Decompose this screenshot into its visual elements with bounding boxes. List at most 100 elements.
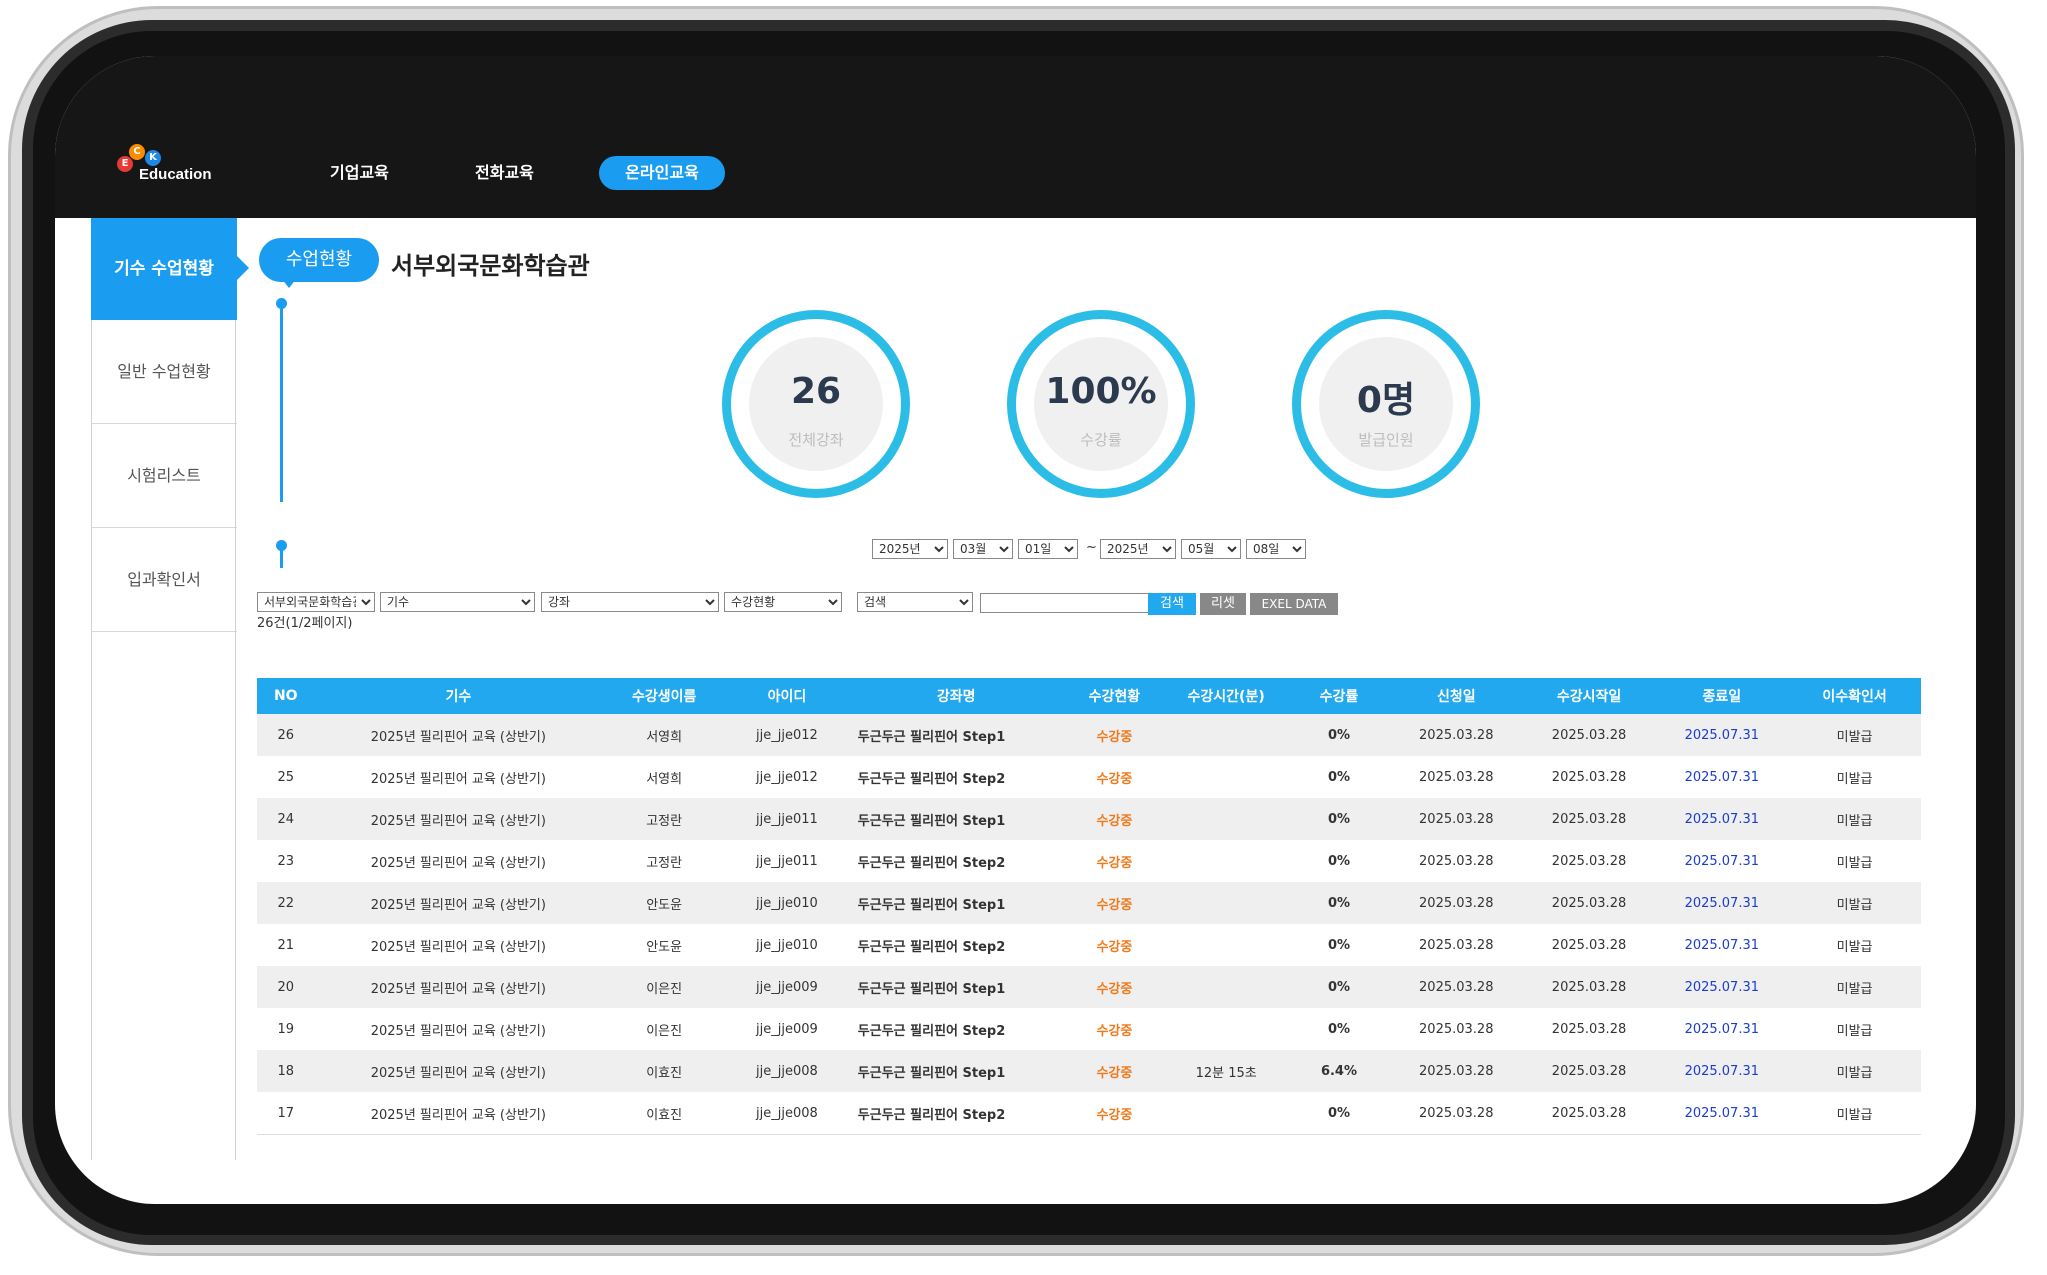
cell-end: 2025.07.31 — [1655, 1008, 1789, 1050]
cell-no: 25 — [257, 756, 315, 798]
nav-corporate-education[interactable]: 기업교육 — [330, 156, 400, 190]
cell-end: 2025.07.31 — [1655, 924, 1789, 966]
nav-online-education[interactable]: 온라인교육 — [599, 156, 725, 190]
status-select[interactable]: 수강현황 — [724, 592, 842, 612]
column-header[interactable]: 기수 — [314, 678, 603, 714]
table-row[interactable]: 21 2025년 필리핀어 교육 (상반기) 안도윤 jje_jje010 두근두근 필… — [257, 924, 1921, 966]
column-header[interactable]: 신청일 — [1389, 678, 1523, 714]
date-range-separator: ~ — [1086, 540, 1097, 555]
stat-issued-count: 0명 발급인원 — [1292, 310, 1480, 498]
cell-end: 2025.07.31 — [1655, 714, 1789, 756]
brand-logo[interactable]: E C K Education — [115, 144, 225, 194]
cell-cohort: 2025년 필리핀어 교육 (상반기) — [314, 756, 603, 798]
result-count: 26건(1/2페이지) — [257, 616, 353, 631]
cell-id: jje_jje012 — [726, 714, 848, 756]
cell-start: 2025.03.28 — [1522, 1092, 1656, 1135]
cell-status: 수강중 — [1064, 840, 1165, 882]
cell-time — [1164, 924, 1289, 966]
cell-end: 2025.07.31 — [1655, 1092, 1789, 1135]
cell-time — [1164, 840, 1289, 882]
cell-cert: 미발급 — [1788, 1008, 1921, 1050]
cell-course: 두근두근 필리핀어 Step1 — [847, 966, 1065, 1008]
cell-start: 2025.03.28 — [1522, 966, 1656, 1008]
cell-course: 두근두근 필리핀어 Step2 — [847, 1008, 1065, 1050]
cell-no: 19 — [257, 1008, 315, 1050]
search-type-select[interactable]: 검색 — [857, 592, 973, 612]
cell-applied: 2025.03.28 — [1389, 756, 1523, 798]
start-day-select[interactable]: 01일 — [1018, 539, 1078, 559]
table-row[interactable]: 22 2025년 필리핀어 교육 (상반기) 안도윤 jje_jje010 두근두근 필… — [257, 882, 1921, 924]
end-day-select[interactable]: 08일 — [1246, 539, 1306, 559]
excel-download-button[interactable]: EXEL DATA — [1250, 593, 1338, 615]
table-row[interactable]: 25 2025년 필리핀어 교육 (상반기) 서영희 jje_jje012 두근두근 필… — [257, 756, 1921, 798]
sidebar-item-general-status[interactable]: 일반 수업현황 — [91, 320, 237, 424]
sidebar-item-cohort-status[interactable]: 기수 수업현황 — [91, 218, 237, 320]
column-header[interactable]: 종료일 — [1655, 678, 1789, 714]
cell-rate: 6.4% — [1288, 1050, 1390, 1092]
column-header[interactable]: NO — [257, 678, 315, 714]
table-row[interactable]: 26 2025년 필리핀어 교육 (상반기) 서영희 jje_jje012 두근두근 필… — [257, 714, 1921, 756]
table-row[interactable]: 19 2025년 필리핀어 교육 (상반기) 이은진 jje_jje009 두근두근 필… — [257, 1008, 1921, 1050]
cell-cert: 미발급 — [1788, 966, 1921, 1008]
cell-start: 2025.03.28 — [1522, 798, 1656, 840]
column-header[interactable]: 강좌명 — [847, 678, 1065, 714]
column-header[interactable]: 수강시작일 — [1522, 678, 1656, 714]
column-header[interactable]: 아이디 — [726, 678, 848, 714]
cell-course: 두근두근 필리핀어 Step2 — [847, 756, 1065, 798]
column-header[interactable]: 이수확인서 — [1788, 678, 1921, 714]
search-input[interactable] — [980, 593, 1152, 613]
cell-id: jje_jje010 — [726, 924, 848, 966]
column-header[interactable]: 수강현황 — [1064, 678, 1165, 714]
cell-applied: 2025.03.28 — [1389, 1050, 1523, 1092]
section-pill: 수업현황 — [259, 238, 379, 282]
table-row[interactable]: 17 2025년 필리핀어 교육 (상반기) 이효진 jje_jje008 두근두근 필… — [257, 1092, 1921, 1135]
column-header[interactable]: 수강생이름 — [602, 678, 727, 714]
column-header[interactable]: 수강시간(분) — [1164, 678, 1289, 714]
nav-phone-education[interactable]: 전화교육 — [475, 156, 545, 190]
cell-name: 고정란 — [602, 798, 727, 840]
cell-rate: 0% — [1288, 1008, 1390, 1050]
cell-id: jje_jje009 — [726, 1008, 848, 1050]
table-body: 26 2025년 필리핀어 교육 (상반기) 서영희 jje_jje012 두근두근 필… — [257, 714, 1921, 1135]
top-navigation-bar: E C K Education 기업교육 전화교육 온라인교육 — [55, 56, 1976, 218]
cell-time — [1164, 1008, 1289, 1050]
end-year-select[interactable]: 2025년 — [1100, 539, 1176, 559]
cell-name: 안도윤 — [602, 882, 727, 924]
sidebar-divider — [235, 320, 236, 1160]
cell-cohort: 2025년 필리핀어 교육 (상반기) — [314, 840, 603, 882]
cell-course: 두근두근 필리핀어 Step1 — [847, 798, 1065, 840]
start-month-select[interactable]: 03월 — [953, 539, 1013, 559]
cell-status: 수강중 — [1064, 756, 1165, 798]
cell-applied: 2025.03.28 — [1389, 966, 1523, 1008]
cell-time — [1164, 714, 1289, 756]
cell-start: 2025.03.28 — [1522, 756, 1656, 798]
table-header-row: NO 기수 수강생이름 아이디 강좌명 수강현황 수강시간(분) 수강률 신청일 수강시작일 종료일… — [257, 678, 1921, 714]
cell-no: 18 — [257, 1050, 315, 1092]
sidebar-item-enrollment-certificate[interactable]: 입과확인서 — [91, 528, 237, 632]
table-row[interactable]: 24 2025년 필리핀어 교육 (상반기) 고정란 jje_jje011 두근두근 필… — [257, 798, 1921, 840]
org-select[interactable]: 서부외국문화학습관 — [257, 592, 375, 612]
search-button[interactable]: 검색 — [1148, 593, 1196, 615]
sidebar-item-exam-list[interactable]: 시험리스트 — [91, 424, 237, 528]
cohort-select[interactable]: 기수 — [380, 592, 535, 612]
table-row[interactable]: 20 2025년 필리핀어 교육 (상반기) 이은진 jje_jje009 두근두근 필… — [257, 966, 1921, 1008]
cell-course: 두근두근 필리핀어 Step1 — [847, 1050, 1065, 1092]
cell-end: 2025.07.31 — [1655, 756, 1789, 798]
cell-no: 26 — [257, 714, 315, 756]
enrollment-table: NO 기수 수강생이름 아이디 강좌명 수강현황 수강시간(분) 수강률 신청일 수강시작일 종료일… — [257, 678, 1921, 1135]
cell-cert: 미발급 — [1788, 924, 1921, 966]
cell-end: 2025.07.31 — [1655, 798, 1789, 840]
cell-name: 이효진 — [602, 1092, 727, 1135]
cell-cohort: 2025년 필리핀어 교육 (상반기) — [314, 714, 603, 756]
course-select[interactable]: 강좌 — [541, 592, 719, 612]
end-month-select[interactable]: 05월 — [1181, 539, 1241, 559]
table-row[interactable]: 23 2025년 필리핀어 교육 (상반기) 고정란 jje_jje011 두근두근 필… — [257, 840, 1921, 882]
cell-course: 두근두근 필리핀어 Step2 — [847, 1092, 1065, 1135]
start-year-select[interactable]: 2025년 — [872, 539, 948, 559]
cell-id: jje_jje010 — [726, 882, 848, 924]
cell-no: 21 — [257, 924, 315, 966]
reset-button[interactable]: 리셋 — [1200, 593, 1246, 615]
column-header[interactable]: 수강률 — [1288, 678, 1390, 714]
table-row[interactable]: 18 2025년 필리핀어 교육 (상반기) 이효진 jje_jje008 두근두근 필… — [257, 1050, 1921, 1092]
cell-time — [1164, 882, 1289, 924]
